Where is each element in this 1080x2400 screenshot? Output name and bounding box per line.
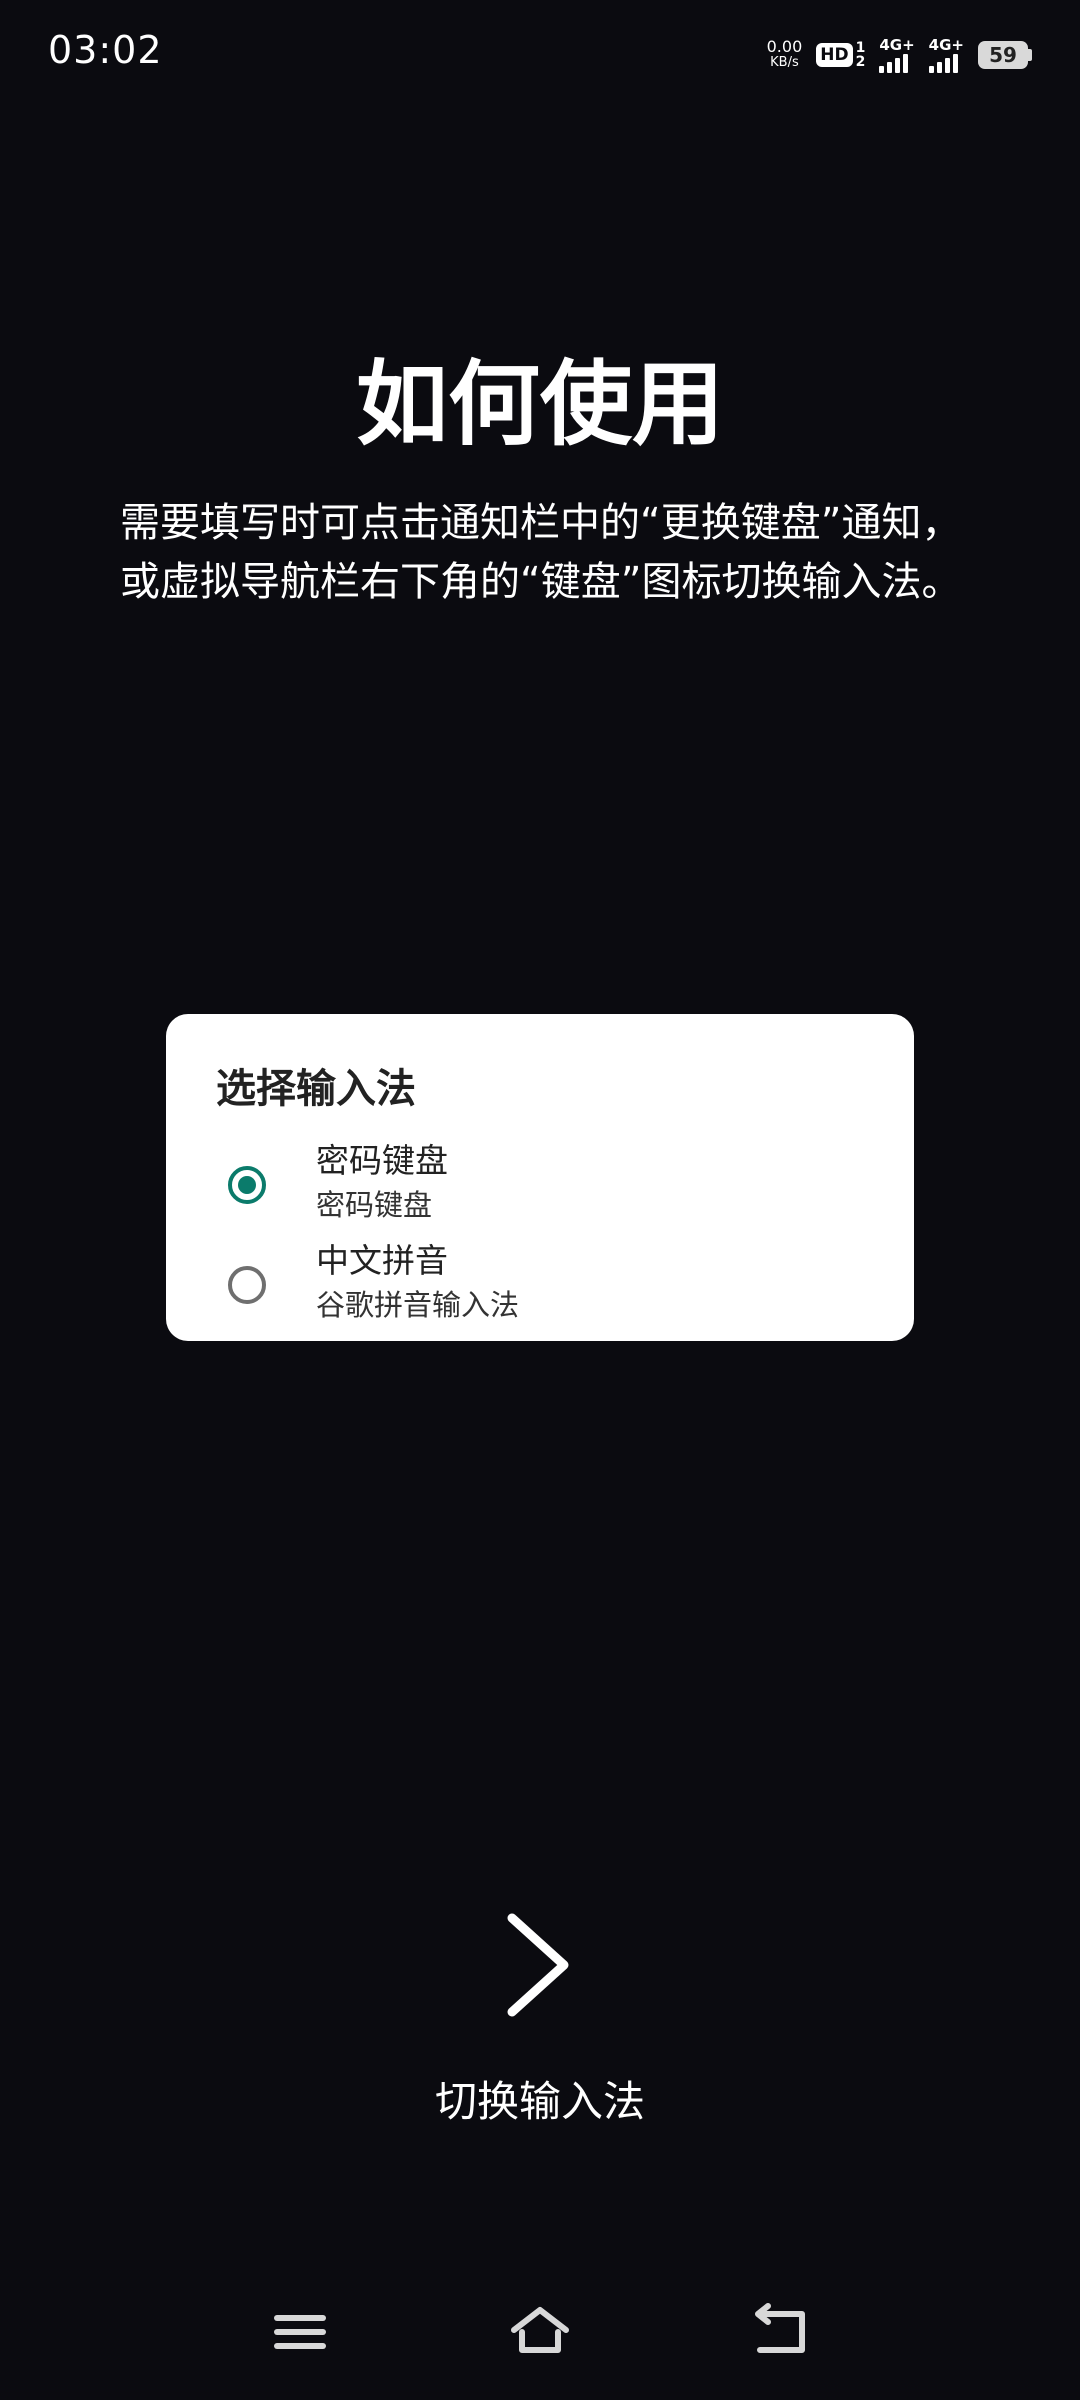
status-icons: 0.00 KB/s HD 1 2 4G+ 4G+ 59 (767, 34, 1032, 76)
hd-label: HD (816, 43, 853, 67)
status-bar: 03:02 0.00 KB/s HD 1 2 4G+ 4G+ 59 (0, 0, 1080, 110)
input-method-option-chinese-pinyin[interactable]: 中文拼音 谷歌拼音输入法 (166, 1234, 914, 1330)
chevron-right-icon[interactable] (502, 1910, 578, 2020)
hd-volte-icon: HD 1 2 (816, 41, 865, 69)
switch-input-method-button[interactable]: 切换输入法 (0, 2068, 1080, 2129)
hd-sim-top: 1 (855, 40, 866, 56)
input-method-option-password-keyboard[interactable]: 密码键盘 密码键盘 (166, 1134, 914, 1230)
network-speed-unit: KB/s (770, 55, 799, 70)
option-title: 密码键盘 (316, 1141, 448, 1180)
sim1-network-type: 4G+ (879, 36, 915, 54)
navigation-bar (0, 2290, 1080, 2400)
radio-unselected-icon[interactable] (228, 1266, 266, 1304)
hd-sim-bottom: 2 (855, 54, 866, 70)
back-icon[interactable] (740, 2302, 820, 2362)
battery-icon: 59 (978, 41, 1032, 69)
sim2-signal-icon: 4G+ (928, 36, 964, 73)
radio-selected-icon[interactable] (228, 1166, 266, 1204)
option-title: 中文拼音 (316, 1241, 448, 1280)
input-method-dialog: 选择输入法 密码键盘 密码键盘 中文拼音 谷歌拼音输入法 (166, 1014, 914, 1341)
option-subtitle: 密码键盘 (316, 1188, 433, 1222)
network-speed-indicator: 0.00 KB/s (767, 39, 803, 71)
instructions-text: 需要填写时可点击通知栏中的“更换键盘”通知，或虚拟导航栏右下角的“键盘”图标切换… (120, 500, 962, 605)
dialog-title: 选择输入法 (216, 1066, 416, 1112)
home-icon[interactable] (500, 2302, 580, 2362)
status-time: 03:02 (48, 28, 163, 72)
battery-level: 59 (978, 41, 1028, 69)
sim1-signal-icon: 4G+ (879, 36, 915, 73)
network-speed-value: 0.00 (766, 37, 803, 56)
page-title: 如何使用 (355, 351, 724, 458)
sim2-network-type: 4G+ (928, 36, 964, 54)
option-subtitle: 谷歌拼音输入法 (316, 1288, 520, 1322)
menu-icon[interactable] (260, 2302, 340, 2362)
